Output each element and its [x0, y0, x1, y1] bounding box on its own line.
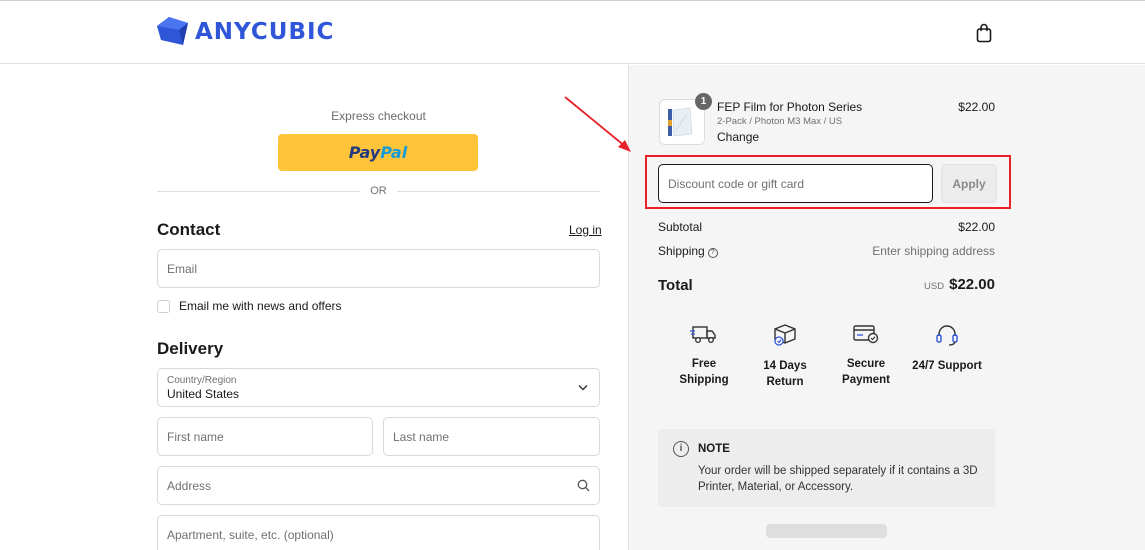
paypal-button[interactable]: Pay Pal [278, 134, 478, 171]
express-checkout-label: Express checkout [331, 109, 426, 123]
feature-label-line1: 24/7 Support [912, 360, 982, 372]
anycubic-logo-icon [157, 17, 188, 45]
shopping-bag-icon[interactable] [975, 23, 993, 43]
order-summary: 1 FEP Film for Photon Series 2-Pack / Ph… [628, 65, 1145, 550]
feature-return: 14 Days Return [745, 323, 825, 390]
feature-label-line1: 14 Days [763, 360, 807, 372]
info-icon[interactable]: ? [707, 248, 718, 258]
product-name: FEP Film for Photon Series [717, 100, 863, 114]
first-name-placeholder: First name [167, 430, 224, 444]
newsletter-checkbox[interactable] [157, 299, 170, 313]
subtotal-label: Subtotal [658, 220, 703, 234]
first-name-field[interactable]: First name [157, 417, 373, 456]
discount-code-input[interactable]: Discount code or gift card [658, 164, 933, 203]
email-field[interactable]: Email [157, 249, 600, 288]
or-label: OR [370, 185, 387, 197]
feature-label-line2: Shipping [679, 374, 729, 386]
info-circle-icon: i [673, 441, 689, 457]
or-divider: OR [157, 184, 600, 198]
paypal-text-pal: Pal [380, 143, 408, 162]
truck-icon [690, 326, 716, 343]
last-name-field[interactable]: Last name [383, 417, 600, 456]
last-name-placeholder: Last name [393, 430, 450, 444]
loading-placeholder [766, 524, 887, 538]
annotation-arrow-icon [564, 96, 631, 152]
login-link[interactable]: Log in [569, 223, 602, 237]
chevron-down-icon [578, 385, 588, 391]
quantity-badge: 1 [695, 93, 712, 110]
apartment-field[interactable]: Apartment, suite, etc. (optional) [157, 515, 600, 550]
shipping-row: Shipping? [658, 244, 718, 258]
address-field[interactable]: Address [157, 466, 600, 505]
paypal-text-pay: Pay [348, 143, 381, 162]
apartment-placeholder: Apartment, suite, etc. (optional) [167, 528, 334, 542]
total-label: Total [658, 277, 693, 294]
country-value: United States [167, 387, 240, 401]
secure-card-icon [853, 325, 879, 344]
apply-button[interactable]: Apply [941, 164, 997, 203]
shipping-value: Enter shipping address [872, 244, 995, 258]
brand-logo[interactable]: ANYCUBIC [157, 16, 334, 48]
total-amount: USD $22.00 [829, 276, 995, 294]
feature-free-shipping: Free Shipping [664, 323, 744, 388]
discount-placeholder: Discount code or gift card [668, 177, 805, 191]
delivery-title: Delivery [157, 339, 224, 358]
email-placeholder: Email [167, 262, 198, 276]
feature-secure-payment: Secure Payment [826, 323, 906, 388]
product-variant: 2-Pack / Photon M3 Max / US [717, 116, 843, 127]
feature-support: 24/7 Support [907, 323, 987, 374]
subtotal-value: $22.00 [958, 220, 995, 234]
note-title: NOTE [698, 443, 730, 455]
newsletter-label: Email me with news and offers [179, 299, 342, 313]
feature-label-line2: Return [766, 376, 804, 388]
brand-name: ANYCUBIC [195, 19, 335, 45]
headset-icon [936, 325, 958, 346]
feature-label-line1: Free [691, 358, 717, 370]
country-label: Country/Region [167, 375, 237, 386]
checkout-form: Express checkout Pay Pal OR Contact Log i… [0, 65, 628, 550]
contact-title: Contact [157, 220, 221, 239]
search-icon [577, 479, 590, 492]
feature-label-line1: Secure [846, 358, 886, 370]
total-value: $22.00 [949, 276, 995, 293]
shipping-note: i NOTE Your order will be shipped separa… [658, 429, 995, 507]
product-price: $22.00 [958, 100, 995, 114]
shipping-label: Shipping [658, 244, 705, 258]
feature-label-line2: Payment [842, 374, 890, 386]
country-select[interactable]: Country/Region United States [157, 368, 600, 407]
return-box-icon [774, 324, 796, 346]
note-text: Your order will be shipped separately if… [698, 465, 978, 493]
total-currency: USD [924, 281, 945, 292]
header: ANYCUBIC [0, 0, 1145, 64]
newsletter-option[interactable]: Email me with news and offers [157, 299, 342, 313]
address-placeholder: Address [167, 479, 212, 493]
change-variant-link[interactable]: Change [717, 130, 759, 144]
